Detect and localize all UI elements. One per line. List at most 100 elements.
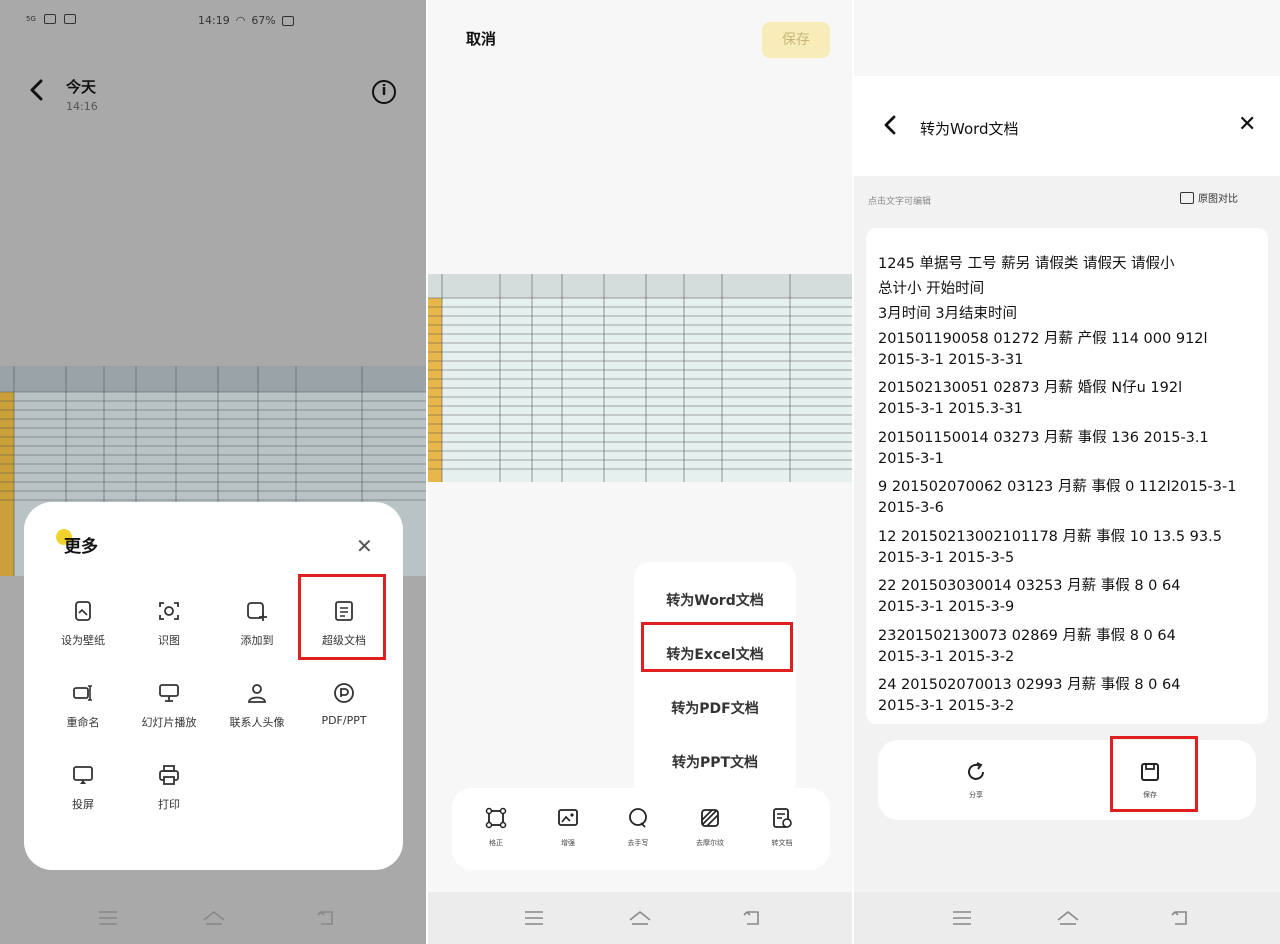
toolbar-remove-handwriting[interactable]: 去手写: [608, 806, 668, 848]
close-icon[interactable]: ✕: [356, 536, 373, 556]
menu-item-pdf-ppt[interactable]: PDF/PPT: [299, 680, 389, 727]
pdf-icon: [331, 680, 357, 706]
back-icon[interactable]: [740, 906, 764, 930]
spreadsheet-image: [428, 274, 852, 482]
convert-word-option[interactable]: 转为Word文档: [634, 590, 796, 610]
page-subtitle: 14:16: [66, 100, 98, 113]
toolbar-remove-moire[interactable]: 去摩尔纹: [680, 806, 740, 848]
convert-ppt-option[interactable]: 转为PPT文档: [634, 752, 796, 772]
save-button[interactable]: 保存: [762, 22, 830, 58]
menu-item-rename[interactable]: 重命名: [38, 680, 128, 730]
toolbar-convert-document[interactable]: 转文档: [752, 806, 812, 848]
cancel-button[interactable]: 取消: [466, 28, 496, 49]
text-line[interactable]: 2015-3-1: [878, 451, 944, 467]
text-line[interactable]: 2015-3-6: [878, 500, 944, 516]
text-line[interactable]: 总计小 开始时间: [878, 277, 984, 298]
print-icon: [156, 762, 182, 788]
document-edit-panel: 取消 保存 转为Word文档 转为Excel文档 转为PDF文档 转为PPT文档…: [428, 0, 852, 944]
battery-level: 67%: [251, 14, 276, 27]
home-icon[interactable]: [202, 906, 226, 930]
menu-item-add-to[interactable]: 添加到: [212, 598, 302, 648]
cast-icon: [70, 762, 96, 788]
text-line[interactable]: 1245 单据号 工号 薪另 请假类 请假天 请假小: [878, 252, 1175, 273]
moire-icon: [680, 806, 740, 834]
text-line[interactable]: 2015-3-1 2015-3-2: [878, 649, 1014, 665]
text-line[interactable]: 23201502130073 02869 月薪 事假 8 0 64: [878, 624, 1176, 645]
status-bar: 5G 14:19 ◠ 67%: [26, 14, 386, 32]
toolbar-enhance[interactable]: 增强: [538, 806, 598, 848]
slideshow-icon: [156, 680, 182, 706]
text-line[interactable]: 2015-3-1 2015-3-5: [878, 550, 1014, 566]
menu-item-label: 投屏: [72, 798, 94, 811]
toolbar-label: 格正: [489, 839, 503, 847]
menu-item-scan-image[interactable]: 识图: [124, 598, 214, 648]
text-line[interactable]: 2015-3-1 2015-3-2: [878, 698, 1014, 714]
text-line[interactable]: 3月时间 3月结束时间: [878, 302, 1017, 323]
signal-strength: 5G: [26, 15, 36, 23]
more-menu-title: 更多: [64, 537, 98, 557]
menu-item-print[interactable]: 打印: [124, 762, 214, 812]
wifi-icon: ◠: [235, 14, 246, 27]
back-arrow-icon[interactable]: [28, 78, 46, 107]
menu-item-label: PDF/PPT: [321, 714, 367, 727]
compare-original-button[interactable]: 原图对比: [1180, 190, 1238, 205]
toolbar-label: 增强: [561, 839, 575, 847]
menu-item-label: 幻灯片播放: [141, 716, 197, 729]
notification-icon: [43, 14, 56, 24]
convert-pdf-option[interactable]: 转为PDF文档: [634, 698, 796, 718]
share-label: 分享: [969, 791, 983, 799]
wallpaper-icon: [70, 598, 96, 624]
menu-item-label: 添加到: [240, 634, 274, 647]
text-line[interactable]: 2015-3-1 2015.3-31: [878, 401, 1023, 417]
back-icon[interactable]: [1168, 906, 1192, 930]
back-icon[interactable]: [314, 906, 338, 930]
text-line[interactable]: 22 201503030014 03253 月薪 事假 8 0 64: [878, 574, 1180, 595]
compare-label: 原图对比: [1198, 194, 1238, 205]
home-icon[interactable]: [1056, 906, 1080, 930]
ocr-text-area[interactable]: 1245 单据号 工号 薪另 请假类 请假天 请假小 总计小 开始时间 3月时间…: [866, 228, 1268, 724]
crop-correct-icon: [466, 806, 526, 834]
more-menu-sheet: 更多 ✕ 设为壁纸 识图 添加到 超级文档 重命名 幻灯片播放 联系人头像 PD…: [24, 502, 403, 870]
contact-icon: [244, 680, 270, 706]
highlight-box: [1110, 736, 1198, 812]
text-line[interactable]: 2015-3-1 2015-3-9: [878, 599, 1014, 615]
scan-image-icon: [156, 598, 182, 624]
page-header: 转为Word文档 ✕: [854, 76, 1280, 176]
text-line[interactable]: 201501150014 03273 月薪 事假 136 2015-3.1: [878, 426, 1209, 447]
text-line[interactable]: 201502130051 02873 月薪 婚假 N仔u 192l: [878, 376, 1182, 397]
edit-hint: 点击文字可编辑: [868, 197, 932, 207]
menu-item-label: 联系人头像: [229, 716, 285, 729]
home-icon[interactable]: [628, 906, 652, 930]
highlight-box: [641, 622, 793, 672]
close-icon[interactable]: ✕: [1238, 114, 1256, 136]
toolbar-label: 转文档: [771, 839, 793, 847]
menu-item-contact-avatar[interactable]: 联系人头像: [212, 680, 302, 730]
menu-icon[interactable]: [522, 906, 546, 930]
system-nav-bar: [0, 892, 426, 944]
text-line[interactable]: 12 20150213002101178 月薪 事假 10 13.5 93.5: [878, 525, 1222, 546]
menu-item-cast[interactable]: 投屏: [38, 762, 128, 812]
enhance-icon: [538, 806, 598, 834]
back-arrow-icon[interactable]: [882, 114, 898, 141]
share-button[interactable]: 分享: [946, 760, 1006, 800]
gallery-detail-panel: 5G 14:19 ◠ 67% 今天 14:16 i 更多 ✕ 设为壁纸 识图 添…: [0, 0, 426, 944]
menu-icon[interactable]: [96, 906, 120, 930]
info-icon[interactable]: i: [372, 80, 396, 104]
text-line[interactable]: 24 201502070013 02993 月薪 事假 8 0 64: [878, 673, 1180, 694]
rename-icon: [70, 680, 96, 706]
menu-item-set-wallpaper[interactable]: 设为壁纸: [38, 598, 128, 648]
toolbar-label: 去摩尔纹: [696, 839, 724, 847]
system-nav-bar: [428, 892, 852, 944]
notification-icon: [63, 14, 76, 24]
text-line[interactable]: 2015-3-1 2015-3-31: [878, 352, 1023, 368]
add-to-icon: [244, 598, 270, 624]
status-time: 14:19: [198, 14, 230, 27]
share-icon: [946, 760, 1006, 788]
menu-icon[interactable]: [950, 906, 974, 930]
menu-item-slideshow[interactable]: 幻灯片播放: [124, 680, 214, 730]
text-line[interactable]: 9 201502070062 03123 月薪 事假 0 112l2015-3-…: [878, 475, 1236, 496]
page-title: 今天: [66, 78, 97, 96]
toolbar-correct[interactable]: 格正: [466, 806, 526, 848]
action-bar: 分享 保存: [878, 740, 1256, 820]
text-line[interactable]: 201501190058 01272 月薪 产假 114 000 912l: [878, 327, 1208, 348]
